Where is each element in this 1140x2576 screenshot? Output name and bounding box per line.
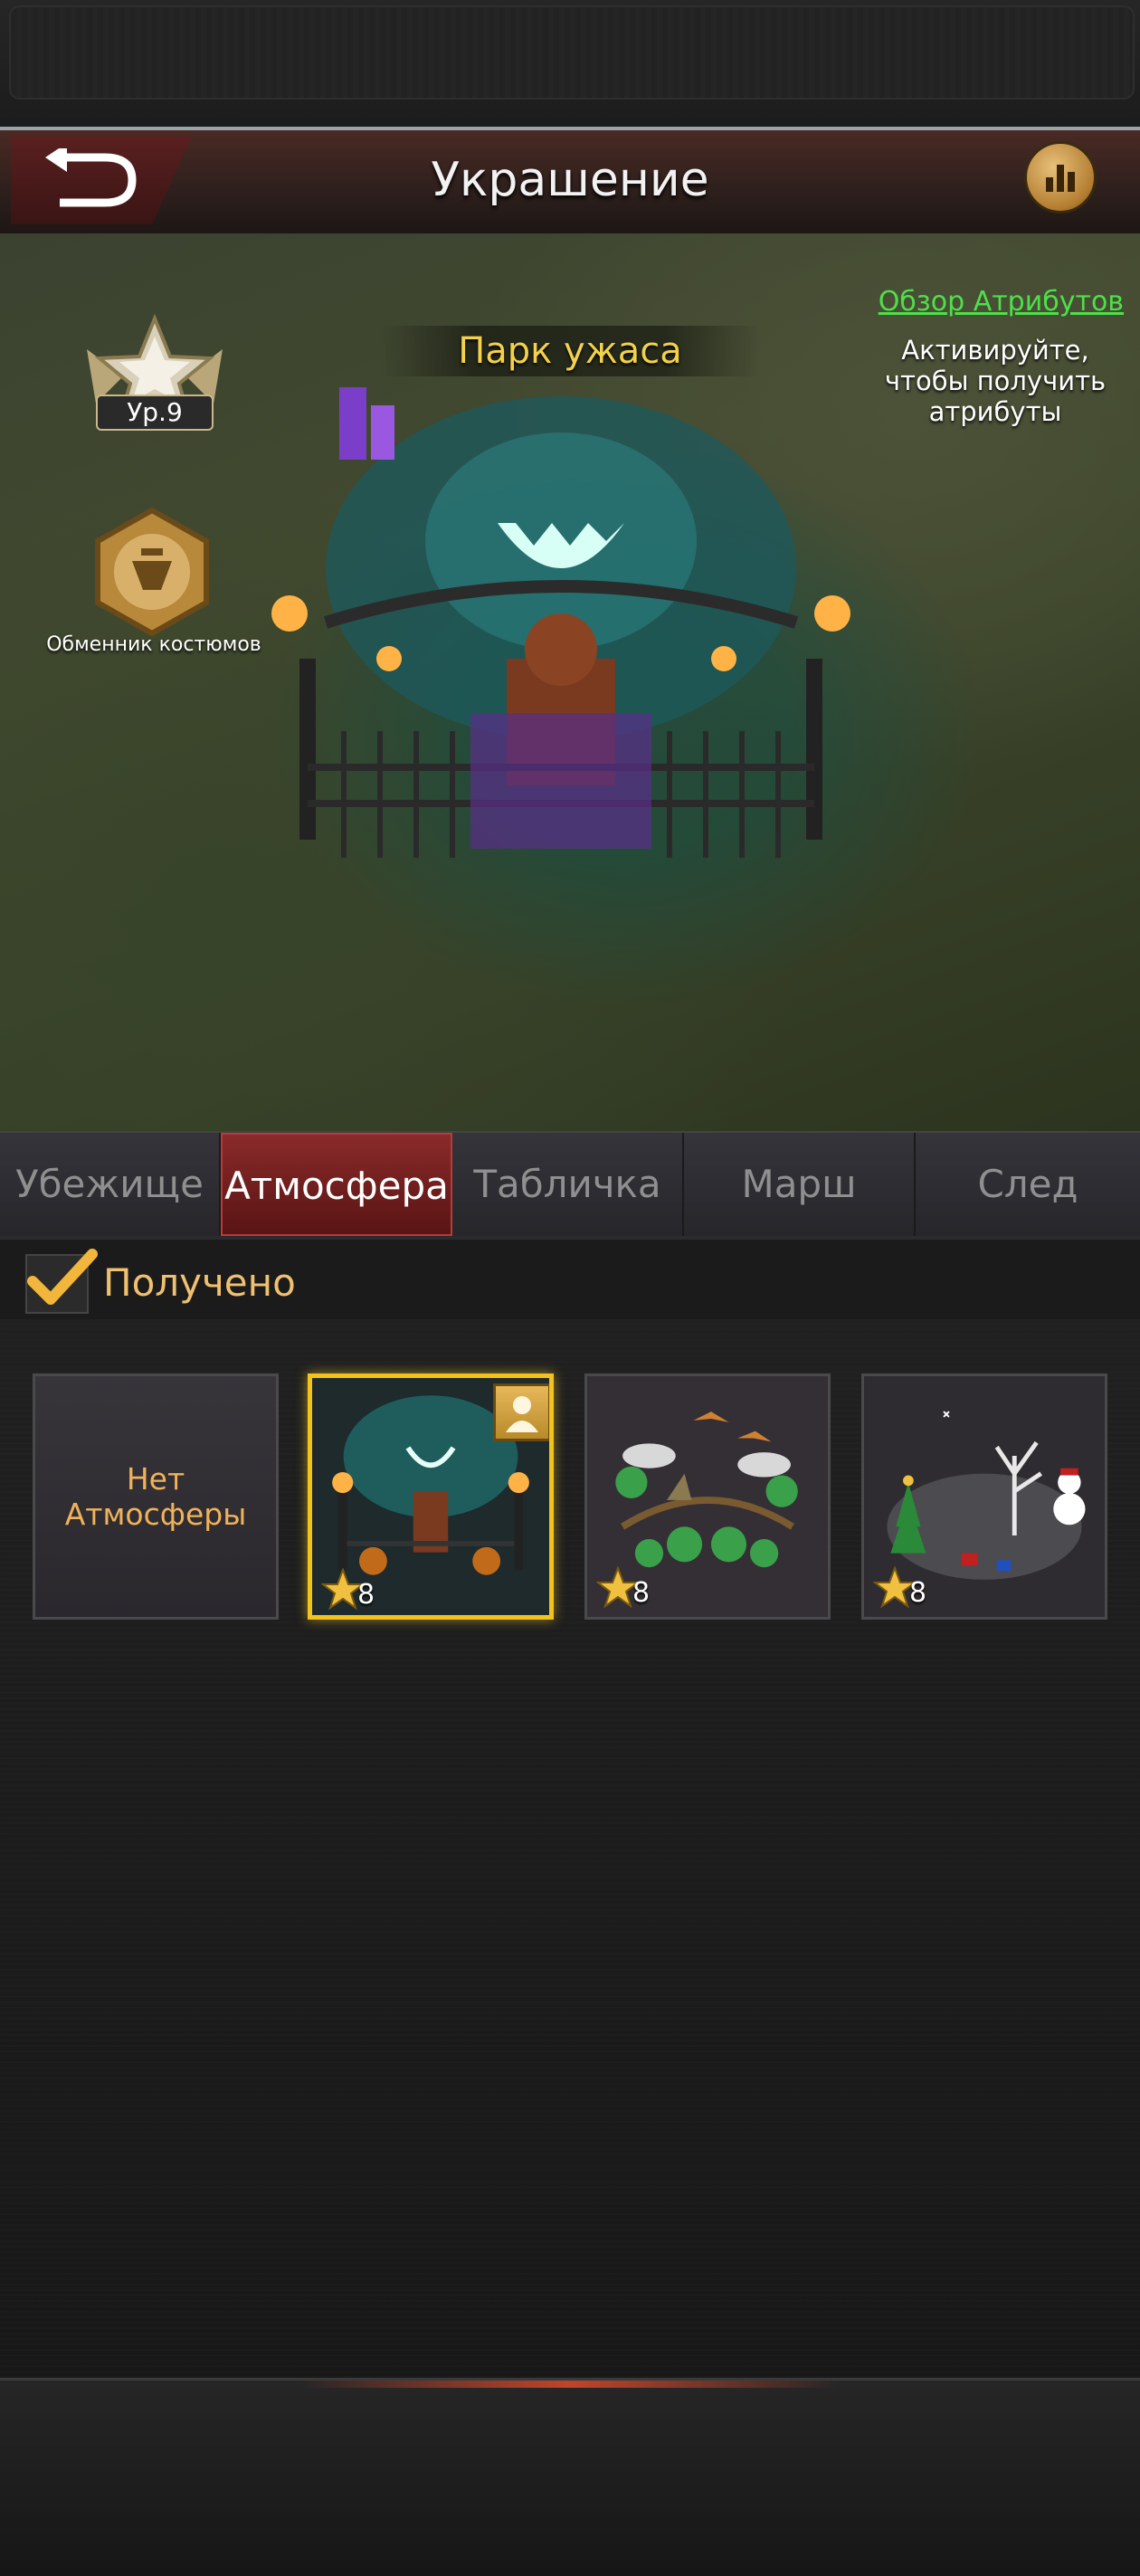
obtained-checkbox[interactable] xyxy=(25,1249,98,1314)
attributes-overview-link[interactable]: Обзор Атрибутов xyxy=(860,286,1124,322)
item-card-none[interactable]: Нет Атмосферы xyxy=(33,1374,279,1620)
star-count: 8 xyxy=(357,1579,375,1611)
status-bar-area xyxy=(0,0,1140,129)
level-label: Ур.9 xyxy=(96,394,214,431)
bottom-bar xyxy=(0,2378,1140,2576)
costume-exchanger-icon[interactable] xyxy=(87,507,217,637)
no-atmosphere-label: Нет Атмосферы xyxy=(64,1461,247,1532)
item-card-horror-park[interactable]: 8 xyxy=(308,1374,554,1620)
item-card-dinosaur[interactable]: 8 xyxy=(584,1374,831,1620)
page-title: Украшение xyxy=(431,153,709,207)
top-frame xyxy=(9,5,1135,100)
attributes-note: Активируйте, чтобы получить атрибуты xyxy=(884,335,1107,427)
tab-plaque[interactable]: Табличка xyxy=(452,1133,684,1236)
tab-atmosphere[interactable]: Атмосфера xyxy=(221,1133,452,1236)
item-card-winter[interactable]: 8 xyxy=(861,1374,1107,1620)
back-arrow-icon xyxy=(45,148,137,207)
star-count: 8 xyxy=(909,1577,927,1609)
tab-trail[interactable]: След xyxy=(916,1133,1140,1236)
costume-exchanger-label: Обменник костюмов xyxy=(46,633,261,656)
owner-badge xyxy=(493,1383,549,1441)
decoration-name: Парк ужаса xyxy=(380,326,760,376)
stats-button[interactable] xyxy=(1024,141,1097,214)
bottom-glow xyxy=(299,2381,841,2388)
bar-chart-icon xyxy=(1046,165,1075,192)
obtained-filter-label: Получено xyxy=(103,1260,296,1305)
checkmark-icon xyxy=(27,1249,98,1305)
horror-gate-decoration xyxy=(271,387,850,858)
tab-march[interactable]: Марш xyxy=(684,1133,916,1236)
star-count: 8 xyxy=(632,1577,651,1609)
user-silhouette-icon xyxy=(506,1396,538,1432)
tab-shelter[interactable]: Убежище xyxy=(0,1133,221,1236)
